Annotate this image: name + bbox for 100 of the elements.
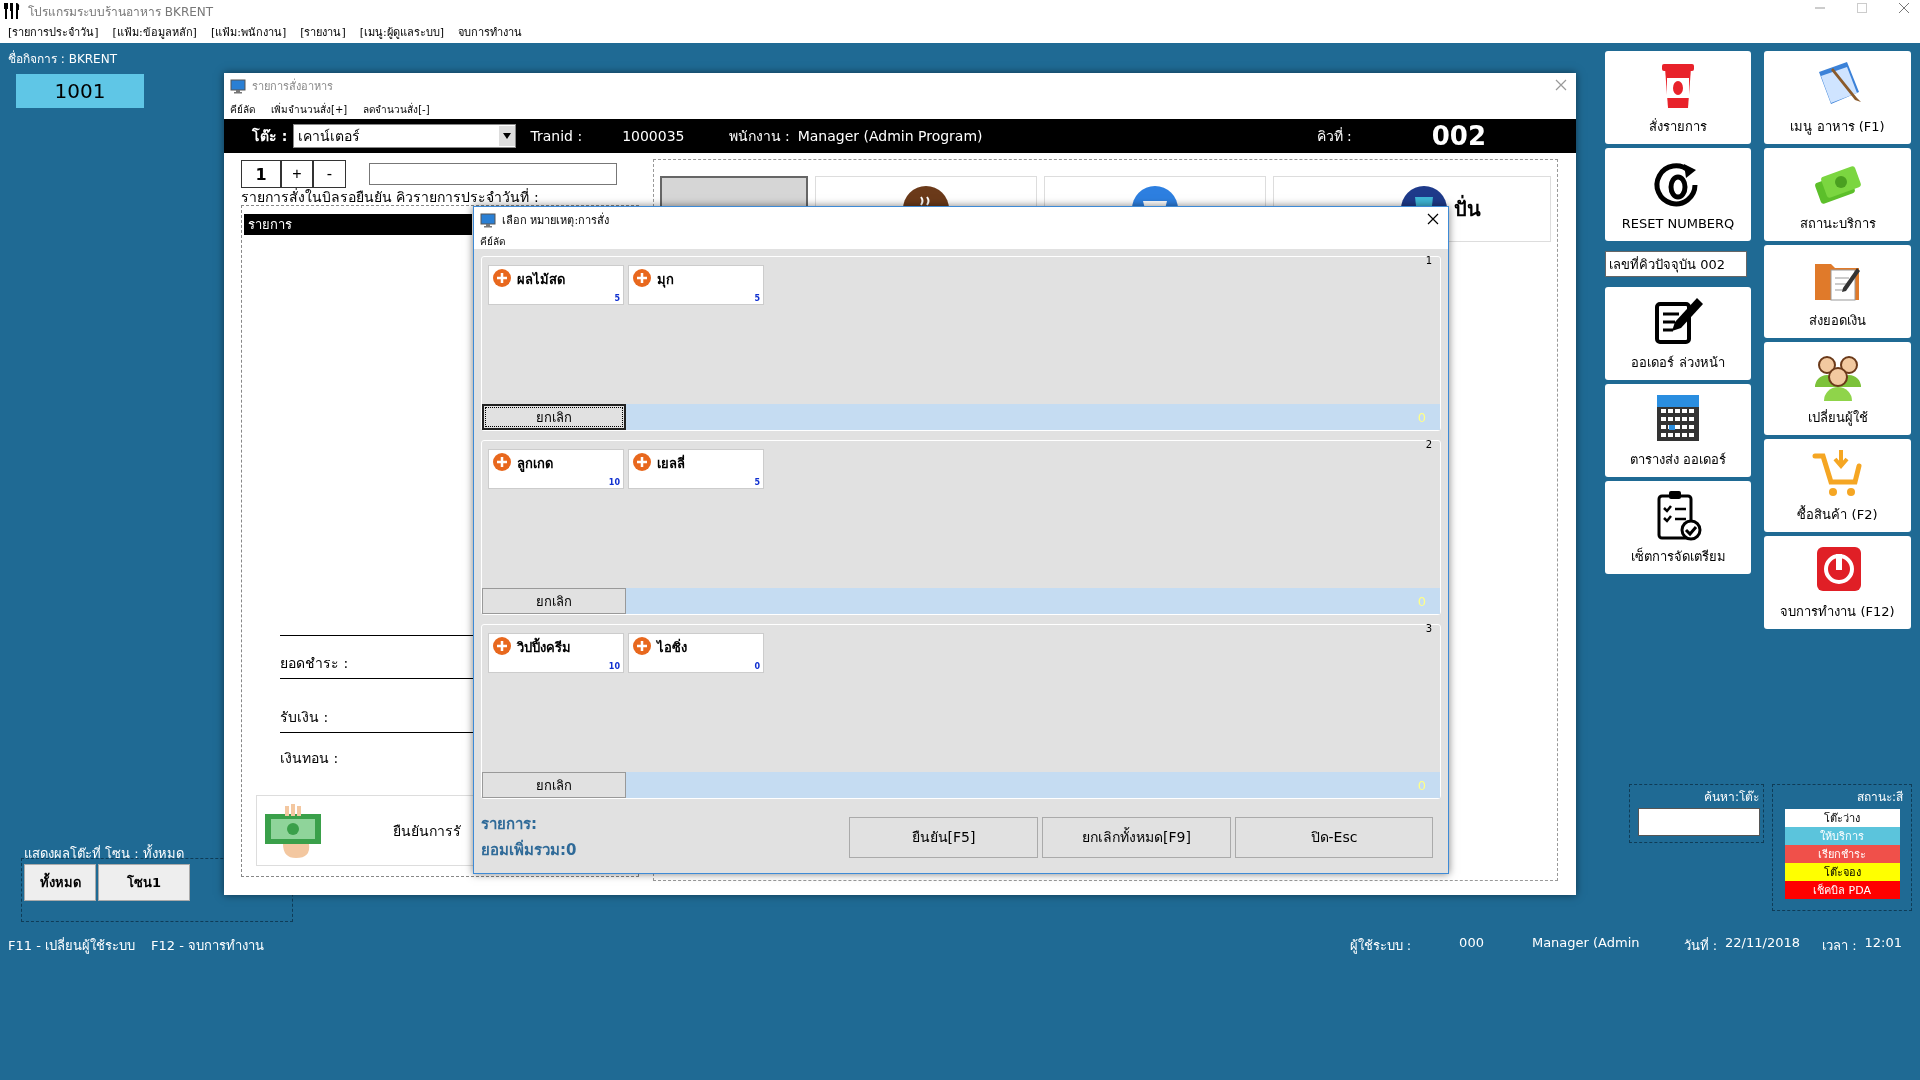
- edit-document-icon: [1655, 298, 1703, 344]
- monitor-icon: [230, 78, 246, 94]
- cancel-button[interactable]: ยกเลิก: [482, 404, 626, 430]
- group-total-bar: 0: [626, 588, 1440, 614]
- group-total-bar: 0: [626, 404, 1440, 430]
- table-dropdown[interactable]: เคาน์เตอร์: [293, 124, 517, 148]
- plus-icon: [493, 269, 511, 287]
- business-name: ชื่อกิจการ : BKRENT: [8, 49, 117, 68]
- group-number: 2: [1425, 439, 1432, 450]
- folder-document-icon: [1814, 264, 1860, 301]
- toolbar-button[interactable]: เปลี่ยนผู้ใช้: [1764, 342, 1911, 435]
- power-icon: [1816, 547, 1861, 591]
- menu-item[interactable]: คีย์ลัด: [480, 233, 505, 249]
- summary-total: ยอมเพิ่มรวม:0: [481, 838, 578, 861]
- legend-title: สถานะ:สี: [1856, 789, 1903, 806]
- menu-item[interactable]: [เมนู:ผู้ดูแลระบบ]: [359, 23, 445, 41]
- table-label: โต๊ะ :: [252, 126, 288, 146]
- plus-icon: [633, 637, 651, 655]
- app-title: โปรแกรมระบบร้านอาหาร BKRENT: [28, 3, 214, 21]
- cash-stack-icon: [1813, 165, 1862, 205]
- book-pen-icon: [1818, 62, 1861, 104]
- time-value: 12:01: [1864, 935, 1902, 952]
- pending-list-label: รายการสั่งในบิลรอยืนยัน คิวรายการประจำวันที่ :: [241, 189, 540, 205]
- caret-icon: [503, 133, 512, 139]
- topping-tile[interactable]: เยลลี่ 5: [628, 449, 764, 489]
- user-label: ผู้ใช้ระบบ :: [1349, 937, 1412, 956]
- plus-icon: [493, 637, 511, 655]
- quantity-field[interactable]: 1: [241, 160, 281, 188]
- shortcut-hint: F11 - เปลี่ยนผู้ใช้ระบบ: [8, 936, 135, 956]
- decrease-button[interactable]: -: [313, 160, 346, 188]
- reset-counter-icon: [1654, 163, 1698, 207]
- dialog-button[interactable]: ปิด-Esc: [1235, 816, 1433, 858]
- queue-number: 002: [1431, 121, 1486, 151]
- menu-item[interactable]: เพิ่มจำนวนสั่ง[+]: [271, 101, 348, 117]
- toolbar-button[interactable]: ออเดอร์ ล่วงหน้า: [1605, 287, 1751, 380]
- close-icon[interactable]: [1426, 212, 1440, 226]
- status-legend-item: ให้บริการ: [1784, 827, 1900, 845]
- zone-label: แสดงผลโต๊ะที่ โซน : ทั้งหมด: [24, 843, 184, 863]
- toolbar-button[interactable]: เมนู อาหาร (F1): [1764, 51, 1911, 144]
- total-label: ยอดชำระ :: [280, 654, 349, 673]
- money-hand-icon: [263, 801, 323, 860]
- search-field[interactable]: [1639, 809, 1759, 835]
- menu-item[interactable]: คีย์ลัด: [230, 101, 255, 117]
- window-title: รายการสั่งอาหาร: [252, 77, 333, 95]
- user-name: Manager (Admin: [1531, 935, 1640, 952]
- menu-item[interactable]: [รายงาน]: [300, 23, 346, 41]
- topping-count: 0: [754, 662, 760, 671]
- coffee-cup-icon: [1662, 64, 1694, 108]
- queue-number-field: เลขที่คิวปัจจุบัน 002: [1605, 251, 1747, 277]
- summary-label: รายการ:: [481, 814, 538, 835]
- total-label: รับเงิน :: [280, 708, 329, 727]
- tranid-label: Tranid :: [530, 128, 583, 144]
- fork-knife-icon: [2, 3, 20, 19]
- toolbar-button[interactable]: ซื้อสินค้า (F2): [1764, 439, 1911, 532]
- topping-tile[interactable]: วิปปิ้งครีม 10: [488, 633, 624, 673]
- dialog-button[interactable]: ยกเลิกทั้งหมด[F9]: [1042, 816, 1231, 858]
- toolbar-button[interactable]: RESET NUMBERQ: [1605, 148, 1751, 241]
- topping-count: 10: [608, 662, 620, 671]
- cart-download-icon: [1812, 448, 1861, 496]
- group-number: 1: [1425, 255, 1432, 266]
- menu-item[interactable]: ลดจำนวนสั่ง[-]: [363, 101, 430, 117]
- topping-count: 5: [754, 294, 760, 303]
- toolbar-button[interactable]: เซ็ตการจัดเตรียม: [1605, 481, 1751, 574]
- dialog-button[interactable]: ยืนยัน[F5]: [849, 816, 1038, 858]
- toolbar-button[interactable]: ส่งยอดเงิน: [1764, 245, 1911, 338]
- topping-tile[interactable]: ไอซิ่ง 0: [628, 633, 764, 673]
- checklist-clipboard-icon: [1657, 491, 1702, 541]
- plus-icon: [493, 453, 511, 471]
- cancel-button[interactable]: ยกเลิก: [482, 588, 626, 614]
- date-label: วันที่ :: [1683, 936, 1718, 955]
- toolbar-button[interactable]: จบการทำงาน (F12): [1764, 536, 1911, 629]
- topping-tile[interactable]: มุก 5: [628, 265, 764, 305]
- status-legend-item: โต๊ะว่าง: [1784, 809, 1900, 827]
- topping-tile[interactable]: ลูกเกด 10: [488, 449, 624, 489]
- search-label: ค้นหา:โต๊ะ: [1703, 789, 1759, 806]
- monitor-icon: [480, 212, 496, 228]
- zone-button[interactable]: ทั้งหมด: [24, 864, 96, 901]
- menu-item[interactable]: [แฟ้ม:ข้อมูลหลัก]: [112, 23, 197, 41]
- topping-tile[interactable]: ผลไม้สด 5: [488, 265, 624, 305]
- date-value: 22/11/2018: [1725, 935, 1800, 952]
- user-id: 000: [1459, 935, 1484, 952]
- list-header: รายการ: [244, 214, 472, 235]
- status-legend-item: โต๊ะจอง: [1784, 863, 1900, 881]
- maximize-icon[interactable]: [1856, 2, 1868, 14]
- menu-item[interactable]: [รายการประจำวัน]: [8, 23, 99, 41]
- table-number: 1001: [16, 74, 144, 108]
- toolbar-button[interactable]: สั่งรายการ: [1605, 51, 1751, 144]
- cancel-button[interactable]: ยกเลิก: [482, 772, 626, 798]
- menu-item[interactable]: [แฟ้ม:พนักงาน]: [210, 23, 287, 41]
- group-total-bar: 0: [626, 772, 1440, 798]
- input-field[interactable]: [369, 163, 617, 185]
- toolbar-button[interactable]: ตารางส่ง ออเดอร์: [1605, 384, 1751, 477]
- staff-label: พนักงาน :: [728, 127, 790, 146]
- toolbar-button[interactable]: สถานะบริการ: [1764, 148, 1911, 241]
- zone-button[interactable]: โซน1: [98, 864, 190, 901]
- total-label: เงินทอน :: [280, 749, 339, 768]
- increase-button[interactable]: +: [281, 160, 313, 188]
- menu-item[interactable]: จบการทำงาน: [458, 23, 523, 41]
- shortcut-hint: F12 - จบการทำงาน: [151, 937, 264, 955]
- users-icon: [1814, 356, 1861, 401]
